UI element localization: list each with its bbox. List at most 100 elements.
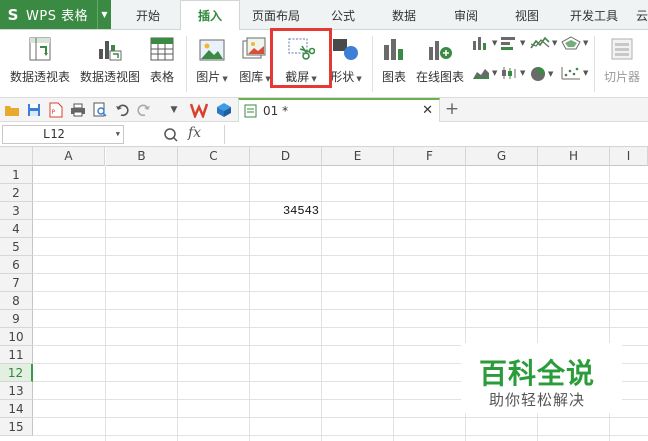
row-header-14[interactable]: 14 [0, 400, 33, 418]
row-header-10[interactable]: 10 [0, 328, 33, 346]
select-all-corner[interactable] [0, 147, 33, 166]
picture-label: 图片 ▼ [196, 70, 228, 84]
tab-page-layout[interactable]: 页面布局 [246, 0, 306, 30]
row-header-1[interactable]: 1 [0, 166, 33, 184]
row-header-7[interactable]: 7 [0, 274, 33, 292]
column-chart-dropdown[interactable]: ▼ [472, 36, 497, 50]
slicer-label: 切片器 [603, 70, 640, 84]
column-chart-icon [473, 37, 486, 50]
line-chart-dropdown[interactable]: ▼ [530, 36, 557, 50]
formula-input[interactable] [224, 125, 648, 144]
row-header-13[interactable]: 13 [0, 382, 33, 400]
chart-button[interactable]: 图表 [378, 35, 410, 85]
watermark-title: 百科全说 [479, 357, 596, 390]
pie-chart-dropdown[interactable]: ▼ [530, 66, 553, 82]
pivot-table-button[interactable]: 数据透视表 [8, 35, 72, 85]
shapes-icon [332, 35, 360, 61]
cell-d3[interactable]: 34543 [250, 202, 322, 220]
gallery-label: 图库 ▼ [239, 70, 271, 84]
shapes-button[interactable]: 形状 ▼ [328, 35, 364, 85]
spreadsheet-file-icon [244, 104, 257, 118]
row-header-4[interactable]: 4 [0, 220, 33, 238]
function-icon[interactable]: fx [188, 125, 201, 141]
row-header-2[interactable]: 2 [0, 184, 33, 202]
stock-chart-dropdown[interactable]: ▼ [500, 66, 525, 80]
app-menu-dropdown-icon[interactable]: ▼ [97, 0, 111, 29]
row-header-11[interactable]: 11 [0, 346, 33, 364]
column-header-f[interactable]: F [394, 147, 466, 166]
row-header-8[interactable]: 8 [0, 292, 33, 310]
open-folder-icon[interactable] [3, 101, 21, 119]
pivot-chart-icon [97, 35, 123, 61]
cloud-box-icon[interactable] [215, 101, 233, 119]
row-header-5[interactable]: 5 [0, 238, 33, 256]
bar-chart-dropdown[interactable]: ▼ [500, 36, 525, 50]
tab-view[interactable]: 视图 [504, 0, 550, 30]
column-header-b[interactable]: B [106, 147, 178, 166]
scatter-chart-dropdown[interactable]: ▼ [561, 66, 588, 80]
print-icon[interactable] [69, 101, 87, 119]
quick-access-toolbar: P ▼ 01 * ✕ + [0, 98, 648, 122]
row-gridline [33, 273, 648, 274]
gallery-icon [242, 35, 268, 61]
tab-home[interactable]: 开始 [125, 0, 171, 30]
row-gridline [33, 201, 648, 202]
online-chart-button[interactable]: 在线图表 [413, 35, 467, 85]
undo-icon[interactable] [113, 101, 131, 119]
chart-label: 图表 [381, 70, 406, 84]
svg-text:P: P [52, 109, 56, 116]
ribbon-separator [594, 36, 595, 92]
radar-chart-dropdown[interactable]: ▼ [561, 36, 588, 50]
name-box-dropdown-icon[interactable]: ▼ [116, 126, 120, 143]
area-chart-dropdown[interactable]: ▼ [472, 66, 497, 80]
new-tab-button[interactable]: + [444, 99, 460, 119]
name-box-value: L12 [43, 127, 65, 141]
row-header-9[interactable]: 9 [0, 310, 33, 328]
row-header-15[interactable]: 15 [0, 418, 33, 436]
tab-cloud[interactable]: 云 [636, 0, 648, 30]
menu-bar: S WPS 表格 ▼ 开始 插入 页面布局 公式 数据 审阅 视图 开发工具 云 [0, 0, 648, 30]
save-icon[interactable] [25, 101, 43, 119]
watermark-subtitle: 助你轻松解决 [489, 391, 586, 409]
row-header-6[interactable]: 6 [0, 256, 33, 274]
tab-formulas[interactable]: 公式 [320, 0, 366, 30]
row-header-12[interactable]: 12 [0, 364, 33, 382]
table-button[interactable]: 表格 [146, 35, 178, 85]
column-gridline [177, 166, 178, 441]
print-preview-icon[interactable] [91, 101, 109, 119]
column-header-i[interactable]: I [610, 147, 648, 166]
tab-review[interactable]: 审阅 [443, 0, 489, 30]
row-gridline [33, 237, 648, 238]
column-header-a[interactable]: A [33, 147, 105, 166]
customize-toolbar-dropdown-icon[interactable]: ▼ [165, 101, 183, 119]
row-gridline [33, 327, 648, 328]
column-header-c[interactable]: C [178, 147, 250, 166]
pivot-chart-button[interactable]: 数据透视图 [78, 35, 142, 85]
tab-developer[interactable]: 开发工具 [563, 0, 625, 30]
ribbon-separator [372, 36, 373, 92]
gallery-button[interactable]: 图库 ▼ [236, 35, 274, 85]
document-tab[interactable]: 01 * ✕ [238, 98, 440, 122]
formula-bar: L12 ▼ fx [0, 122, 648, 147]
name-box[interactable]: L12 ▼ [2, 125, 124, 144]
app-menu-button[interactable]: S WPS 表格 ▼ [0, 0, 111, 29]
tab-insert[interactable]: 插入 [180, 0, 240, 30]
zoom-formula-icon[interactable] [163, 127, 179, 146]
column-header-h[interactable]: H [538, 147, 610, 166]
export-pdf-icon[interactable]: P [47, 101, 65, 119]
row-gridline [33, 255, 648, 256]
slicer-button[interactable]: 切片器 [600, 35, 644, 85]
picture-button[interactable]: 图片 ▼ [192, 35, 232, 85]
column-header-e[interactable]: E [322, 147, 394, 166]
column-header-g[interactable]: G [466, 147, 538, 166]
table-icon [150, 35, 174, 61]
redo-icon[interactable] [135, 101, 153, 119]
screenshot-button[interactable]: 截屏 ▼ [276, 35, 326, 85]
radar-chart-icon [561, 36, 581, 50]
row-header-3[interactable]: 3 [0, 202, 33, 220]
close-tab-icon[interactable]: ✕ [422, 103, 433, 118]
wps-office-icon[interactable] [190, 101, 208, 119]
tab-data[interactable]: 数据 [381, 0, 427, 30]
row-gridline [33, 435, 648, 436]
column-header-d[interactable]: D [250, 147, 322, 166]
